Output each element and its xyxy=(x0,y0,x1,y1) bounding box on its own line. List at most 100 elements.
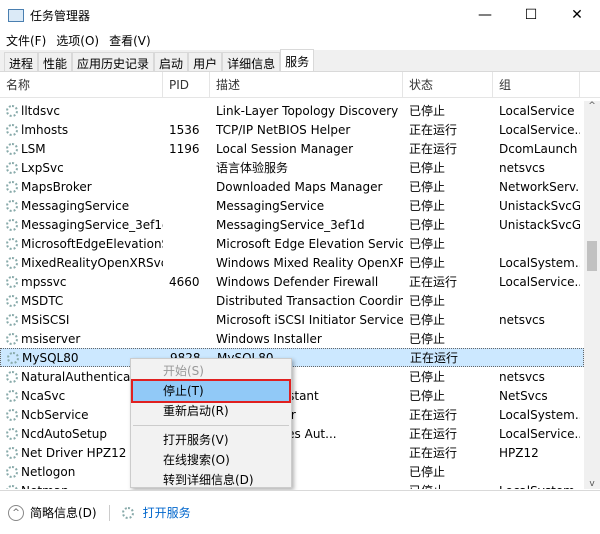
service-group: LocalSystem... xyxy=(493,408,580,422)
tab-details[interactable]: 详细信息 xyxy=(222,52,281,71)
table-row[interactable]: lltdsvc Link-Layer Topology Discovery ...… xyxy=(0,101,584,120)
cell-text: 已停止 xyxy=(409,237,446,251)
service-status: 已停止 xyxy=(403,463,493,480)
cell-text: 语言体验服务 xyxy=(216,161,289,175)
context-menu-item[interactable]: 重新启动(R) xyxy=(133,401,289,421)
service-name: MixedRealityOpenXRSvc xyxy=(0,256,163,270)
title-bar: 任务管理器 — ☐ ✕ xyxy=(0,0,600,30)
table-row[interactable]: mpssvc 4660 Windows Defender Firewall 正在运行 L… xyxy=(0,272,584,291)
cell-text: Windows Defender Firewall xyxy=(216,274,379,289)
table-row[interactable]: msiserver Windows Installer 已停止 xyxy=(0,329,584,348)
cell-text: 已停止 xyxy=(409,465,446,479)
open-services-link[interactable]: 打开服务 xyxy=(143,504,191,521)
service-gear-icon xyxy=(6,427,18,440)
column-pid[interactable]: PID xyxy=(163,71,210,98)
table-row[interactable]: lmhosts 1536 TCP/IP NetBIOS Helper 正在运行 Loca… xyxy=(0,120,584,139)
service-group: NetworkServ... xyxy=(493,180,580,194)
table-row[interactable]: MySQL809828MySQL80正在运行 xyxy=(0,348,584,367)
cell-text: 已停止 xyxy=(409,104,446,118)
service-group: UnistackSvcG... xyxy=(493,218,580,232)
service-status: 已停止 xyxy=(403,387,493,404)
cell-text: MessagingService xyxy=(21,198,130,213)
service-status: 已停止 xyxy=(403,235,493,252)
table-row[interactable]: NcdAutoSetupected Devices Aut...正在运行Loca… xyxy=(0,424,584,443)
table-row[interactable]: MixedRealityOpenXRSvc Windows Mixed Reali… xyxy=(0,253,584,272)
context-menu-item[interactable]: 在线搜索(O) xyxy=(133,450,289,470)
tab-processes[interactable]: 进程 xyxy=(4,52,39,71)
service-gear-icon xyxy=(6,218,18,231)
table-row[interactable]: NcbServiceection Broker正在运行LocalSystem..… xyxy=(0,405,584,424)
menu-bar: 文件(F) 选项(O) 查看(V) xyxy=(0,30,600,50)
cell-text: mpssvc xyxy=(21,274,67,289)
table-header: ^ 名称 PID 描述 状态 组 xyxy=(0,66,600,98)
table-row[interactable]: MSDTC Distributed Transaction Coordina...… xyxy=(0,291,584,310)
table-row[interactable]: MessagingService_3ef1d MessagingService_3… xyxy=(0,215,584,234)
menu-options[interactable]: 选项(O) xyxy=(56,32,99,49)
context-menu-item[interactable]: 转到详细信息(D) xyxy=(133,470,289,490)
service-group: netsvcs xyxy=(493,313,580,327)
service-name: MSDTC xyxy=(0,294,163,308)
table-row[interactable]: Netlogon 已停止 xyxy=(0,462,584,481)
table-row[interactable]: MessagingService MessagingService 已停止 Unist… xyxy=(0,196,584,215)
cell-text: 已停止 xyxy=(409,484,445,489)
table-row[interactable]: MSiSCSI Microsoft iSCSI Initiator Service… xyxy=(0,310,584,329)
tab-startup[interactable]: 启动 xyxy=(154,52,189,71)
column-status[interactable]: 状态 xyxy=(403,71,493,98)
scroll-down-icon[interactable]: v xyxy=(584,479,600,489)
summary-button[interactable]: 简略信息(D) xyxy=(30,504,97,521)
service-pid: 1196 xyxy=(163,142,210,156)
maximize-button[interactable]: ☐ xyxy=(508,7,554,23)
column-description[interactable]: 描述 xyxy=(210,71,403,98)
service-description: TCP/IP NetBIOS Helper xyxy=(210,123,403,137)
context-menu-item[interactable]: 停止(T) xyxy=(131,379,291,403)
cell-text: 正在运行 xyxy=(409,123,458,137)
close-button[interactable]: ✕ xyxy=(554,7,600,23)
table-row[interactable]: MicrosoftEdgeElevationS... Microsoft Edge… xyxy=(0,234,584,253)
cell-text: lmhosts xyxy=(21,122,69,137)
cell-text: MSiSCSI xyxy=(21,312,70,327)
service-name: MessagingService_3ef1d xyxy=(0,218,163,232)
task-manager-icon xyxy=(8,8,24,22)
service-group: LocalSystem... xyxy=(493,484,580,490)
cell-text: MixedRealityOpenXRSvc xyxy=(21,255,163,270)
table-row[interactable]: Net Driver HPZ1212正在运行HPZ12 xyxy=(0,443,584,462)
service-group: LocalService... xyxy=(493,427,580,441)
context-menu-item[interactable]: 打开服务(V) xyxy=(133,430,289,450)
service-name: MicrosoftEdgeElevationS... xyxy=(0,237,163,251)
cell-text: 正在运行 xyxy=(409,142,458,156)
service-gear-icon xyxy=(6,332,18,345)
table-row[interactable]: MapsBroker Downloaded Maps Manager 已停止 Netw… xyxy=(0,177,584,196)
services-list: lltdsvc Link-Layer Topology Discovery ...… xyxy=(0,101,584,489)
table-row[interactable]: NaturalAuthentication 已停止 netsvcs xyxy=(0,367,584,386)
cell-text: 已停止 xyxy=(409,256,446,270)
service-gear-icon xyxy=(6,256,18,269)
table-row[interactable]: Netman 已停止 LocalSystem... xyxy=(0,481,584,489)
service-group: LocalService... xyxy=(493,275,580,289)
context-menu-item[interactable]: 开始(S) xyxy=(133,361,289,381)
service-group: netsvcs xyxy=(493,370,580,384)
table-row[interactable]: NcaSvcectivity Assistant已停止NetSvcs xyxy=(0,386,584,405)
scrollbar[interactable]: ^ v xyxy=(584,101,600,489)
cell-text: Microsoft Edge Elevation Service... xyxy=(216,236,403,251)
tab-users[interactable]: 用户 xyxy=(188,52,223,71)
cell-text: 正在运行 xyxy=(409,427,458,441)
footer: ^ 简略信息(D) 打开服务 xyxy=(0,490,600,534)
table-row[interactable]: LSM 1196 Local Session Manager 正在运行 DcomLaun… xyxy=(0,139,584,158)
service-gear-icon xyxy=(6,294,18,307)
service-group: LocalService xyxy=(493,104,580,118)
minimize-button[interactable]: — xyxy=(462,7,508,23)
scrollbar-thumb[interactable] xyxy=(587,241,597,271)
cell-text: 正在运行 xyxy=(409,275,458,289)
menu-view[interactable]: 查看(V) xyxy=(109,32,151,49)
service-name: MessagingService xyxy=(0,199,163,213)
cell-text: NcdAutoSetup xyxy=(21,426,107,441)
tab-performance[interactable]: 性能 xyxy=(38,52,73,71)
menu-file[interactable]: 文件(F) xyxy=(6,32,46,49)
chevron-up-icon[interactable]: ^ xyxy=(8,504,24,521)
column-group[interactable]: 组 xyxy=(493,71,580,98)
tab-services[interactable]: 服务 xyxy=(280,49,315,71)
scroll-up-icon[interactable]: ^ xyxy=(584,101,600,111)
table-row[interactable]: LxpSvc 语言体验服务 已停止 netsvcs xyxy=(0,158,584,177)
service-gear-icon xyxy=(6,408,18,421)
cell-text: netsvcs xyxy=(499,369,545,384)
